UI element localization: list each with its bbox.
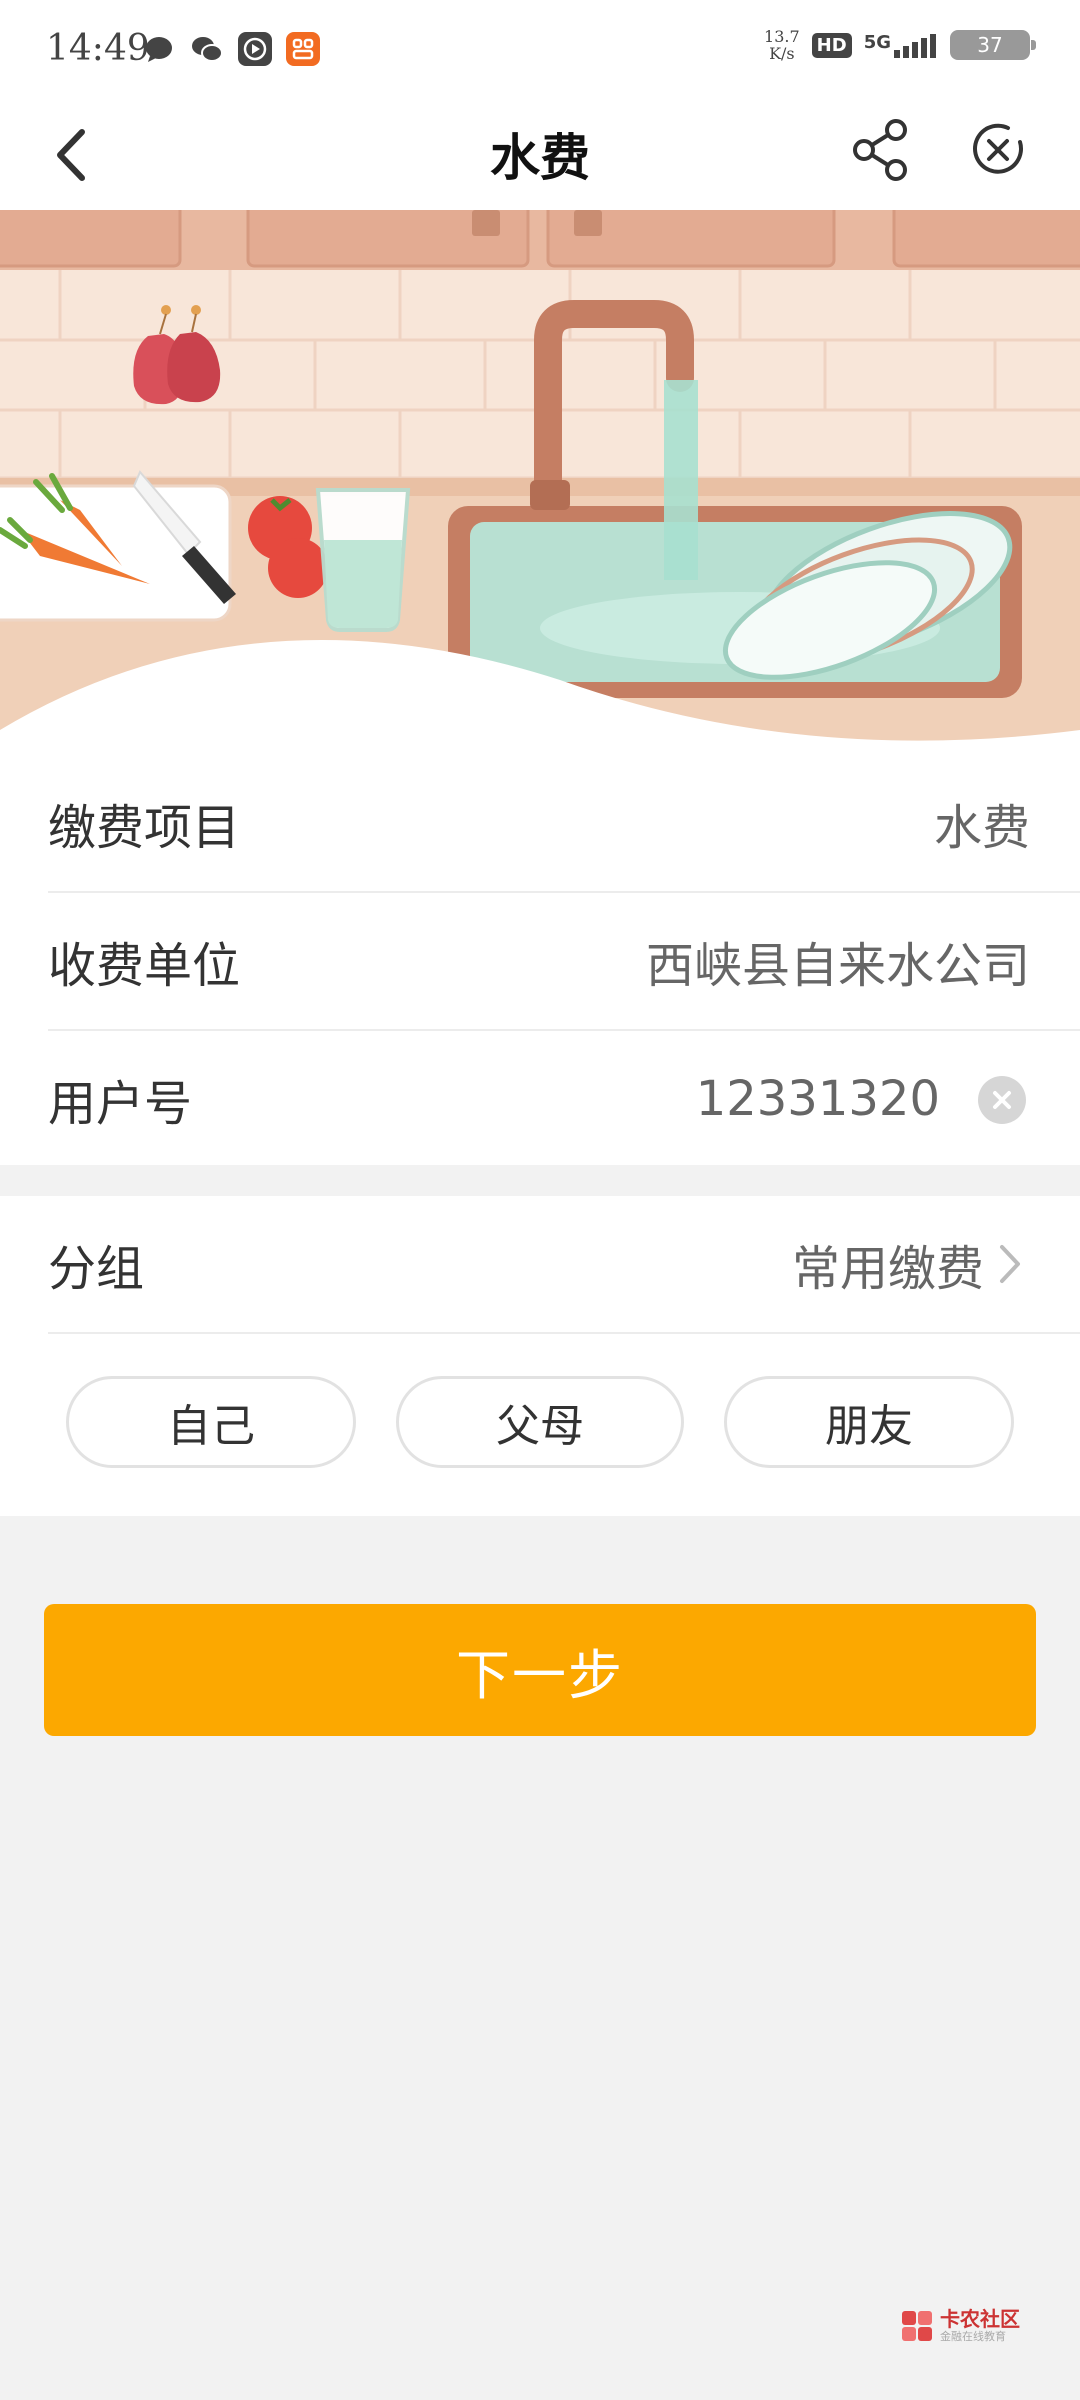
signal-icon: 5G xyxy=(864,32,938,58)
page-title: 水费 xyxy=(490,128,590,187)
network-speed: 13.7 K/s xyxy=(764,28,800,62)
group-row[interactable]: 分组 常用缴费 xyxy=(48,1196,1080,1334)
next-button[interactable]: 下一步 xyxy=(44,1604,1036,1736)
group-chips: 自己 父母 朋友 xyxy=(0,1376,1080,1476)
payment-item-row: 缴费项目 水费 xyxy=(48,755,1080,893)
video-app-icon xyxy=(238,32,272,66)
account-row[interactable]: 用户号 12331320 xyxy=(48,1031,1080,1167)
payee-row[interactable]: 收费单位 西峡县自来水公司 xyxy=(48,893,1080,1031)
status-time: 14:49 xyxy=(46,28,150,69)
group-selector[interactable]: 常用缴费 xyxy=(792,1229,1024,1299)
notification-icons xyxy=(142,32,320,66)
payment-item-value: 水费 xyxy=(933,800,1030,856)
group-chip-friends[interactable]: 朋友 xyxy=(724,1376,1014,1468)
hd-badge: HD xyxy=(811,32,852,58)
payment-details: 缴费项目 水费 收费单位 西峡县自来水公司 用户号 12331320 xyxy=(0,755,1080,1165)
account-input[interactable]: 12331320 xyxy=(696,1071,940,1127)
account-label: 用户号 xyxy=(48,1076,193,1132)
watermark: 卡农社区 金融在线教育 xyxy=(900,2308,1020,2343)
group-value: 常用缴费 xyxy=(791,1241,984,1297)
kitchen-sink-banner xyxy=(0,210,1080,766)
share-button[interactable] xyxy=(846,114,918,186)
clear-input-icon[interactable] xyxy=(978,1076,1026,1124)
battery-level: 37 xyxy=(977,33,1003,57)
chevron-right-icon xyxy=(1000,1245,1020,1283)
payee-value[interactable]: 西峡县自来水公司 xyxy=(646,926,1030,996)
chevron-left-icon xyxy=(57,129,85,181)
payment-item-label: 缴费项目 xyxy=(48,800,241,856)
close-circle-icon xyxy=(973,123,1023,174)
message-icon xyxy=(142,32,176,66)
close-button[interactable] xyxy=(962,114,1034,186)
back-button[interactable] xyxy=(38,120,108,190)
title-bar: 水费 xyxy=(0,100,1080,210)
payee-label: 收费单位 xyxy=(48,938,241,994)
status-right: 13.7 K/s HD 5G 37 xyxy=(764,28,1036,62)
network-type: 5G xyxy=(863,32,891,53)
orange-app-icon xyxy=(286,32,320,66)
watermark-subtitle: 金融在线教育 xyxy=(940,2330,1006,2343)
status-bar: 14:49 13.7 K/s HD 5G 37 xyxy=(0,0,1080,100)
group-label: 分组 xyxy=(48,1241,145,1297)
group-chip-parents[interactable]: 父母 xyxy=(396,1376,684,1468)
wechat-icon xyxy=(190,32,224,66)
group-chip-self[interactable]: 自己 xyxy=(66,1376,356,1468)
share-icon xyxy=(853,119,907,181)
speed-value: 13.7 xyxy=(764,27,800,46)
watermark-title: 卡农社区 xyxy=(940,2307,1020,2331)
speed-unit: K/s xyxy=(769,44,795,63)
group-section: 分组 常用缴费 自己 父母 朋友 xyxy=(0,1196,1080,1516)
battery-icon: 37 xyxy=(950,30,1036,60)
kanong-logo-icon xyxy=(902,2310,932,2341)
